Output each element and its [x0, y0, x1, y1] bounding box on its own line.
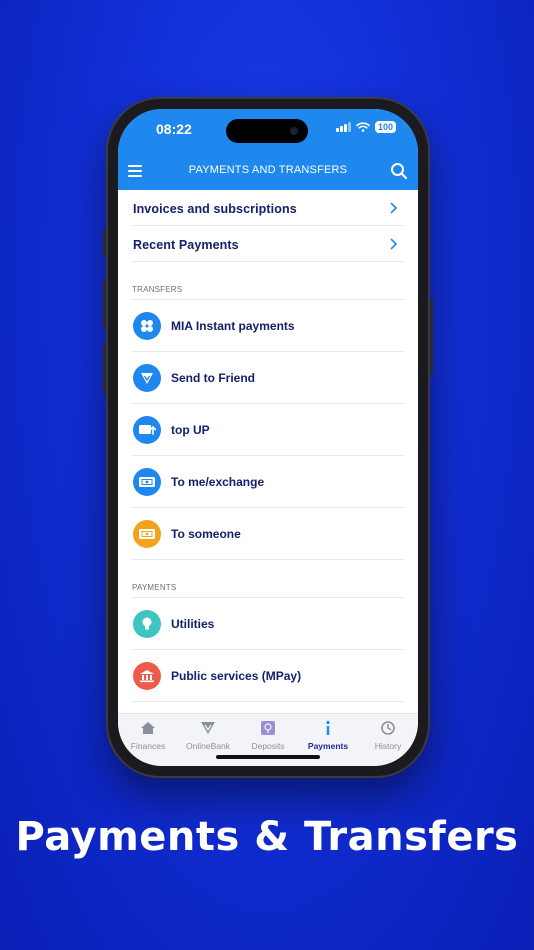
row-label: Recent Payments [133, 238, 239, 252]
bank-icon [133, 662, 161, 690]
tab-deposits[interactable]: Deposits [238, 718, 298, 751]
dynamic-island [226, 119, 308, 143]
send-friend-icon [133, 364, 161, 392]
mia-icon [133, 312, 161, 340]
promo-headline: Payments & Transfers [15, 814, 519, 860]
power-button [430, 299, 433, 375]
tab-label: Finances [130, 741, 166, 751]
status-bar: 08:22 100 [118, 109, 418, 153]
status-time: 08:22 [156, 121, 192, 137]
home-icon [118, 718, 178, 738]
tab-payments[interactable]: Payments [298, 718, 358, 751]
page-title: PAYMENTS AND TRANSFERS [188, 164, 348, 176]
phone-frame: 08:22 100 PAYMENTS AND TRANSFERS Invoice… [103, 97, 433, 778]
item-label: To someone [171, 527, 241, 541]
to-someone-item[interactable]: To someone [132, 508, 404, 560]
item-label: top UP [171, 423, 210, 437]
onlinebank-icon [178, 718, 238, 738]
exchange-icon [133, 468, 161, 496]
signal-icon [335, 122, 351, 132]
status-icons: 100 [335, 121, 396, 133]
top-up-item[interactable]: top UP [132, 404, 404, 456]
utilities-item[interactable]: Utilities [132, 598, 404, 650]
chevron-right-icon [390, 202, 398, 214]
row-label: Invoices and subscriptions [133, 202, 297, 216]
tab-history[interactable]: History [358, 718, 418, 751]
send-to-friend-item[interactable]: Send to Friend [132, 352, 404, 404]
info-icon [298, 718, 358, 738]
app-bar: PAYMENTS AND TRANSFERS [118, 153, 418, 190]
history-icon [358, 718, 418, 738]
deposits-icon [238, 718, 298, 738]
volume-up-button [103, 279, 106, 329]
tab-label: Payments [307, 741, 349, 751]
lightbulb-icon [133, 610, 161, 638]
item-label: Public services (MPay) [171, 669, 302, 683]
item-label: Utilities [171, 617, 215, 631]
phone-screen: 08:22 100 PAYMENTS AND TRANSFERS Invoice… [118, 109, 418, 766]
section-header-transfers: TRANSFERS [132, 262, 404, 300]
search-icon[interactable] [390, 162, 408, 180]
home-indicator [216, 755, 320, 759]
volume-down-button [103, 343, 106, 393]
wifi-icon [356, 122, 370, 132]
invoices-subscriptions-row[interactable]: Invoices and subscriptions [132, 190, 404, 226]
tab-label: History [374, 741, 402, 751]
mute-switch [103, 229, 106, 257]
battery-icon: 100 [374, 121, 396, 133]
section-header-payments: PAYMENTS [132, 560, 404, 598]
to-someone-icon [133, 520, 161, 548]
payments-list: Invoices and subscriptions Recent Paymen… [118, 190, 418, 713]
to-me-exchange-item[interactable]: To me/exchange [132, 456, 404, 508]
item-label: To me/exchange [171, 475, 265, 489]
recent-payments-row[interactable]: Recent Payments [132, 226, 404, 262]
top-up-icon [133, 416, 161, 444]
tab-finances[interactable]: Finances [118, 718, 178, 751]
public-services-item[interactable]: Public services (MPay) [132, 650, 404, 702]
tab-onlinebank[interactable]: OnlineBank [178, 718, 238, 751]
item-label: MIA Instant payments [171, 319, 295, 333]
tab-label: Deposits [251, 741, 285, 751]
tab-label: OnlineBank [186, 741, 230, 751]
item-label: Send to Friend [171, 371, 255, 385]
chevron-right-icon [390, 238, 398, 250]
mia-instant-payments-item[interactable]: MIA Instant payments [132, 300, 404, 352]
